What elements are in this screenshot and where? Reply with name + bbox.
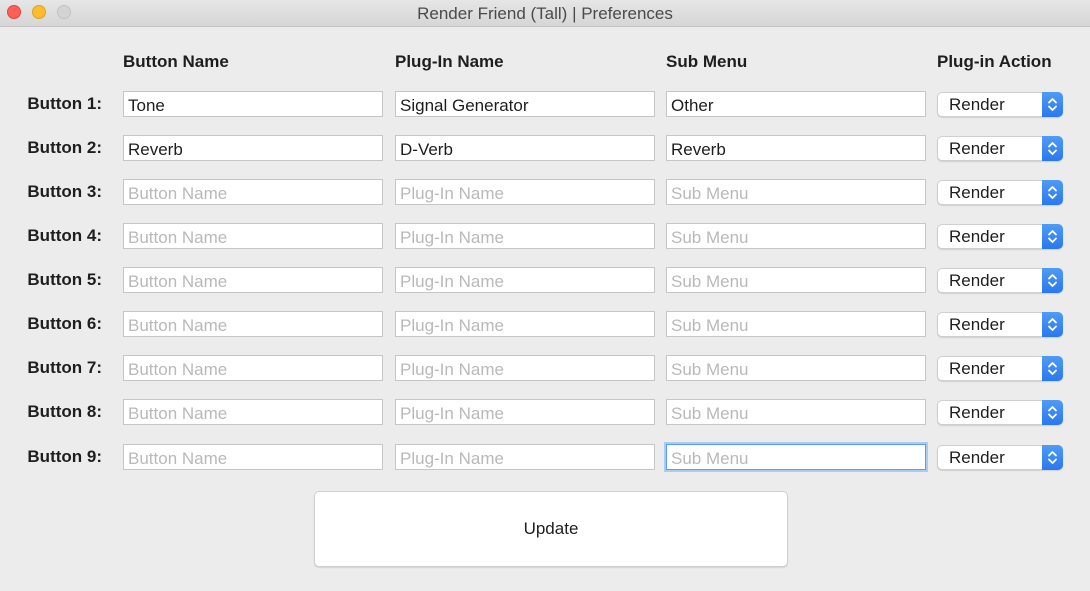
sub-menu-input-4[interactable]	[666, 223, 926, 249]
plugin-action-select-6[interactable]: Render	[937, 312, 1063, 337]
row-label-button-5: Button 5:	[27, 270, 102, 289]
button-name-input-2[interactable]	[123, 135, 383, 161]
plugin-name-input-5[interactable]	[395, 267, 655, 293]
plugin-name-input-3[interactable]	[395, 179, 655, 205]
plugin-action-value: Render	[949, 271, 1005, 290]
column-header-plugin-action: Plug-in Action	[937, 52, 1052, 71]
sub-menu-input-5[interactable]	[666, 267, 926, 293]
plugin-action-select-2[interactable]: Render	[937, 136, 1063, 161]
plugin-name-input-8[interactable]	[395, 399, 655, 425]
plugin-action-value: Render	[949, 403, 1005, 422]
plugin-action-value: Render	[949, 183, 1005, 202]
plugin-name-input-6[interactable]	[395, 311, 655, 337]
button-name-input-1[interactable]	[123, 91, 383, 117]
window-title: Render Friend (Tall) | Preferences	[417, 4, 673, 23]
plugin-action-value: Render	[949, 227, 1005, 246]
button-name-input-5[interactable]	[123, 267, 383, 293]
button-name-input-7[interactable]	[123, 355, 383, 381]
chevron-up-down-icon[interactable]	[1042, 312, 1063, 337]
row-label-button-4: Button 4:	[27, 226, 102, 245]
plugin-action-select-5[interactable]: Render	[937, 268, 1063, 293]
chevron-up-down-icon[interactable]	[1042, 400, 1063, 425]
sub-menu-input-8[interactable]	[666, 399, 926, 425]
button-name-input-6[interactable]	[123, 311, 383, 337]
column-header-sub-menu: Sub Menu	[666, 52, 748, 71]
preferences-window: Render Friend (Tall) | Preferences Butto…	[0, 0, 1090, 591]
chevron-up-down-icon[interactable]	[1042, 180, 1063, 205]
plugin-action-select-4[interactable]: Render	[937, 224, 1063, 249]
row-label-button-1: Button 1:	[27, 94, 102, 113]
column-header-plugin-name: Plug-In Name	[395, 52, 504, 71]
row-label-button-6: Button 6:	[27, 314, 102, 333]
plugin-name-input-1[interactable]	[395, 91, 655, 117]
plugin-action-value: Render	[949, 359, 1005, 378]
sub-menu-input-3[interactable]	[666, 179, 926, 205]
row-label-button-3: Button 3:	[27, 182, 102, 201]
chevron-up-down-icon[interactable]	[1042, 92, 1063, 117]
plugin-action-select-7[interactable]: Render	[937, 356, 1063, 381]
row-label-button-9: Button 9:	[27, 447, 102, 466]
chevron-up-down-icon[interactable]	[1042, 224, 1063, 249]
sub-menu-input-7[interactable]	[666, 355, 926, 381]
column-header-button-name: Button Name	[123, 52, 229, 71]
sub-menu-input-1[interactable]	[666, 91, 926, 117]
plugin-name-input-4[interactable]	[395, 223, 655, 249]
chevron-up-down-icon[interactable]	[1042, 445, 1063, 470]
plugin-name-input-7[interactable]	[395, 355, 655, 381]
sub-menu-input-6[interactable]	[666, 311, 926, 337]
button-name-input-3[interactable]	[123, 179, 383, 205]
plugin-action-select-8[interactable]: Render	[937, 400, 1063, 425]
row-label-button-8: Button 8:	[27, 402, 102, 421]
plugin-action-value: Render	[949, 448, 1005, 467]
plugin-action-select-9[interactable]: Render	[937, 445, 1063, 470]
title-bar: Render Friend (Tall) | Preferences	[0, 0, 1090, 27]
sub-menu-input-2[interactable]	[666, 135, 926, 161]
button-name-input-4[interactable]	[123, 223, 383, 249]
button-name-input-9[interactable]	[123, 444, 383, 470]
plugin-action-value: Render	[949, 315, 1005, 334]
plugin-action-value: Render	[949, 95, 1005, 114]
row-label-button-7: Button 7:	[27, 358, 102, 377]
plugin-action-value: Render	[949, 139, 1005, 158]
button-name-input-8[interactable]	[123, 399, 383, 425]
chevron-up-down-icon[interactable]	[1042, 136, 1063, 161]
chevron-up-down-icon[interactable]	[1042, 268, 1063, 293]
sub-menu-input-9[interactable]	[666, 444, 926, 470]
plugin-name-input-9[interactable]	[395, 444, 655, 470]
plugin-action-select-3[interactable]: Render	[937, 180, 1063, 205]
row-label-button-2: Button 2:	[27, 138, 102, 157]
plugin-action-select-1[interactable]: Render	[937, 92, 1063, 117]
chevron-up-down-icon[interactable]	[1042, 356, 1063, 381]
update-button[interactable]: Update	[314, 491, 788, 567]
plugin-name-input-2[interactable]	[395, 135, 655, 161]
